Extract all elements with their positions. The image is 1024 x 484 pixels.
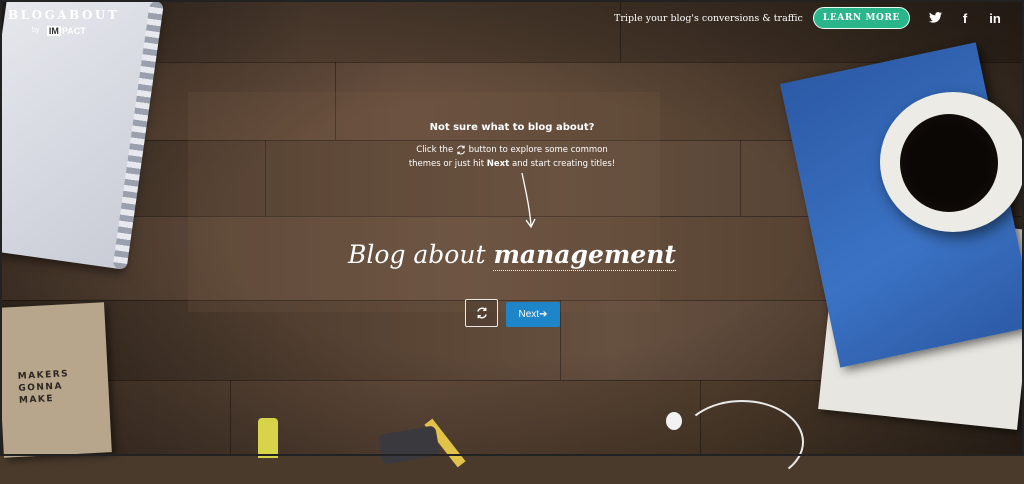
refresh-button[interactable] xyxy=(465,299,498,327)
makers-notebook-text: MAKERS GONNA MAKE xyxy=(17,369,70,406)
blogabout-logo[interactable]: BLOGABOUT by IM PACT xyxy=(8,8,119,40)
highlighter-image xyxy=(258,418,278,458)
topic-keyword[interactable]: management xyxy=(493,240,676,271)
logo-by: by xyxy=(32,27,40,35)
earphone-cable-image xyxy=(680,400,804,484)
instructions-text: Click the button to explore some common … xyxy=(408,145,616,169)
blog-topic-heading: Blog about management xyxy=(348,240,676,271)
makers-notebook-image: MAKERS GONNA MAKE xyxy=(0,302,112,458)
learn-more-button[interactable]: LEARN MORE xyxy=(812,7,910,29)
tagline: Triple your blog's conversions & traffic xyxy=(614,12,803,24)
twitter-icon[interactable] xyxy=(920,10,950,26)
facebook-icon[interactable]: f xyxy=(950,11,980,26)
earbud-image xyxy=(666,412,682,430)
next-button[interactable]: Next➔ xyxy=(506,302,560,327)
question-text: Not sure what to blog about? xyxy=(429,122,595,133)
hint-arrow-icon xyxy=(521,172,536,229)
coffee-cup-image xyxy=(880,92,1024,232)
instruction-next-word: Next xyxy=(486,159,510,169)
refresh-inline-icon xyxy=(456,145,466,155)
logo-title: BLOGABOUT xyxy=(8,8,120,22)
refresh-icon xyxy=(476,307,487,319)
impact-logo: IM PACT xyxy=(46,25,86,36)
linkedin-icon[interactable]: in xyxy=(980,11,1010,26)
header-right: Triple your blog's conversions & traffic… xyxy=(614,7,1010,29)
